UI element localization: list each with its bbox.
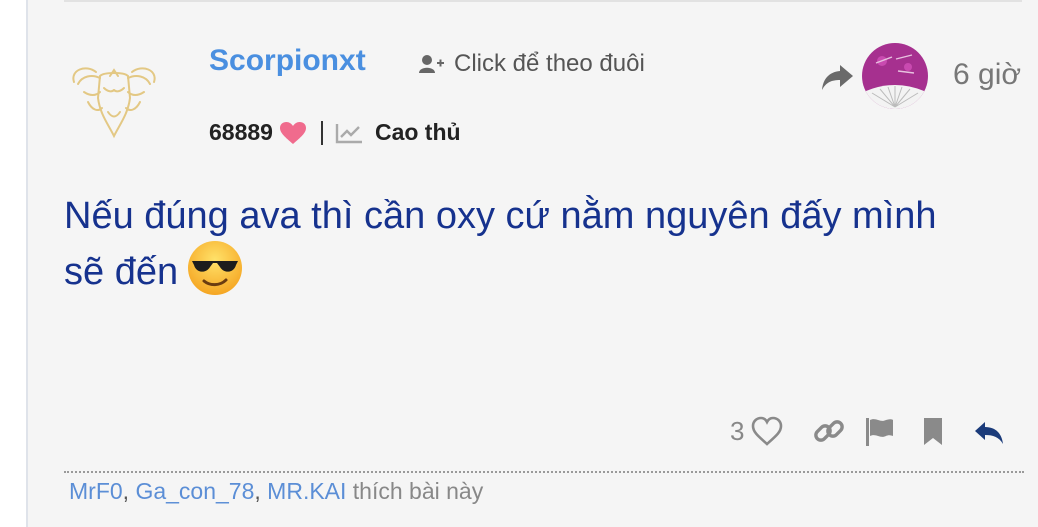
- liker-link[interactable]: MR.KAI: [267, 478, 346, 504]
- share-icon[interactable]: [820, 62, 854, 92]
- likes-bar: MrF0, Ga_con_78, MR.KAI thích bài này: [69, 478, 483, 505]
- user-meta: 68889 Cao thủ: [209, 119, 461, 146]
- rank-chart-icon: [335, 123, 362, 143]
- content-line-1: Nếu đúng ava thì cần oxy cứ nằm nguyên đ…: [64, 195, 937, 237]
- avatar-buffalo-icon[interactable]: [68, 62, 160, 142]
- likes-suffix: thích bài này: [352, 478, 484, 504]
- follow-button[interactable]: Click để theo đuôi: [418, 50, 645, 78]
- link-icon[interactable]: [812, 414, 846, 448]
- follow-label: Click để theo đuôi: [454, 50, 645, 77]
- reputation-count: 68889: [209, 119, 273, 145]
- heart-icon: [279, 121, 306, 144]
- liker-link[interactable]: MrF0: [69, 478, 123, 504]
- follow-icon: [419, 55, 444, 73]
- profile-avatar[interactable]: [862, 43, 928, 109]
- username[interactable]: Scorpionxt: [209, 44, 366, 78]
- content-line-2: sẽ đến: [64, 251, 179, 293]
- reply-icon[interactable]: [972, 414, 1006, 448]
- top-divider: [64, 0, 1022, 2]
- liker-link[interactable]: Ga_con_78: [135, 478, 254, 504]
- bookmark-icon[interactable]: [916, 414, 950, 448]
- meta-separator: [320, 120, 323, 145]
- flag-icon[interactable]: [862, 414, 896, 448]
- likes-divider: [64, 471, 1024, 473]
- post-time: 6 giờ: [953, 58, 1022, 91]
- like-count: 3: [730, 415, 745, 446]
- sunglasses-emoji: [188, 240, 243, 295]
- like-heart-icon[interactable]: [750, 414, 784, 448]
- post-actions: 3: [730, 414, 1006, 448]
- fan-profile-icon: [862, 43, 928, 109]
- rank-label: Cao thủ: [374, 119, 461, 145]
- comma: ,: [122, 478, 130, 504]
- comma: ,: [254, 478, 261, 504]
- post-card: Scorpionxt Click để theo đuôi 6 giờ 6888…: [26, 0, 1038, 527]
- post-content: Nếu đúng ava thì cần oxy cứ nằm nguyên đ…: [64, 188, 1024, 303]
